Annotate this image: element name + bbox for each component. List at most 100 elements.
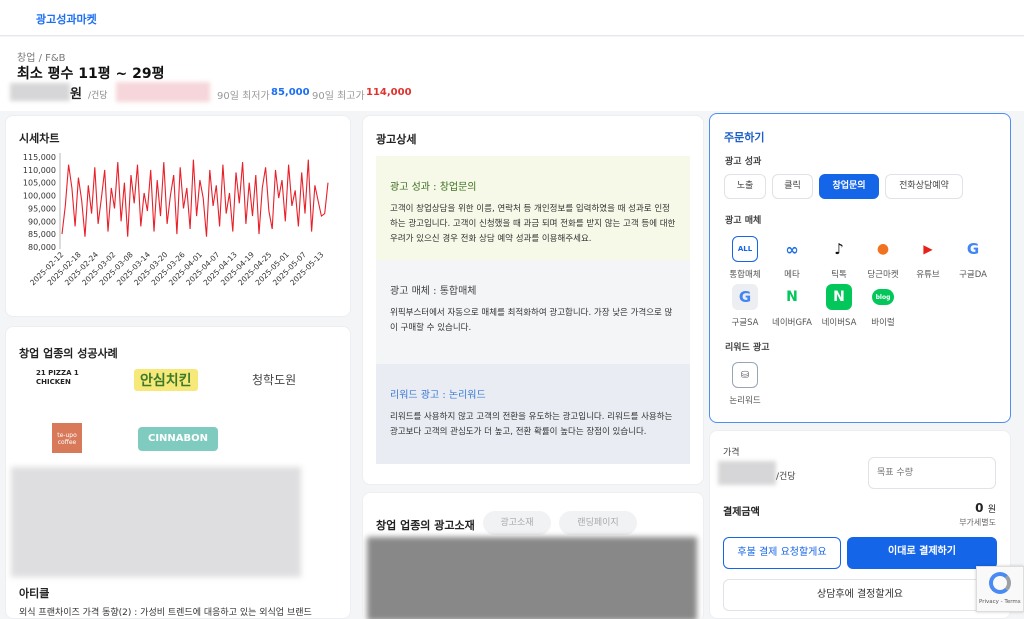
perf-option-startup-inquiry[interactable]: 창업문의 bbox=[819, 174, 879, 199]
creative-title: 창업 업종의 광고소재 bbox=[376, 519, 475, 532]
brand-logo[interactable]: 광고성과마켓 bbox=[36, 11, 97, 27]
ad-media-box: 광고 매체 : 통합매체 위픽부스터에서 자동으로 매체를 최적화하여 광고합니… bbox=[376, 260, 690, 364]
tiktok-icon: ♪ bbox=[834, 240, 844, 258]
reward-label: 리워드 광고 bbox=[725, 343, 770, 353]
media-label-tiktok: 틱톡 bbox=[831, 270, 847, 280]
logo-cinnabon[interactable]: CINNABON bbox=[138, 427, 218, 451]
media-label-meta: 메타 bbox=[784, 270, 800, 280]
blurred-discount bbox=[116, 82, 210, 102]
media-label-viral: 바이럴 bbox=[871, 318, 895, 328]
carrot-icon: ● bbox=[876, 241, 890, 257]
total-label: 결제금액 bbox=[723, 507, 760, 518]
blurred-price bbox=[10, 83, 70, 101]
media-label: 광고 매체 bbox=[725, 216, 762, 226]
success-cases-card: 창업 업종의 성공사례 21 PIZZA 1 CHICKEN 안심치킨 청학도원… bbox=[5, 326, 351, 619]
reward-ad-box: 리워드 광고 : 논리워드 리워드를 사용하지 않고 고객의 전환을 유도하는 … bbox=[376, 364, 690, 464]
y-tick-label: 80,000 bbox=[28, 243, 56, 252]
google-sa-icon: G bbox=[732, 284, 758, 310]
article-text[interactable]: 외식 프랜차이즈 가격 동향(2) : 가성비 트렌드에 대응하고 있는 외식업… bbox=[19, 605, 349, 618]
vat-note: 부가세별도 bbox=[959, 518, 996, 527]
price-series-line bbox=[61, 159, 329, 237]
recaptcha-links[interactable]: Privacy - Terms bbox=[979, 599, 1021, 605]
price-per: /건당 bbox=[88, 91, 108, 101]
ad-performance-box: 광고 성과 : 창업문의 고객이 창업상담을 위한 이름, 연락처 등 개인정보… bbox=[376, 156, 690, 260]
meta-icon: ∞ bbox=[785, 239, 799, 259]
logo-21pizza[interactable]: 21 PIZZA 1 CHICKEN bbox=[36, 369, 96, 395]
ad-creative-card: 창업 업종의 광고소재 광고소재 랜딩페이지 bbox=[362, 492, 704, 619]
y-tick-label: 105,000 bbox=[23, 179, 56, 188]
blurred-unit-price bbox=[718, 461, 776, 485]
min-price-label: 90일 최저가 bbox=[217, 91, 270, 102]
perf-option-click[interactable]: 클릭 bbox=[772, 174, 813, 199]
total-value: 0 bbox=[975, 501, 984, 515]
order-title: 주문하기 bbox=[724, 131, 765, 144]
price-per-unit: /건당 bbox=[776, 472, 796, 482]
payment-card: 가격 /건당 결제금액 0 원 부가세별도 후불 결제 요청할게요 이대로 결제… bbox=[709, 430, 1011, 619]
tab-landing-page[interactable]: 랜딩페이지 bbox=[559, 511, 637, 535]
product-header: 창업 / F&B 최소 평수 11평 ~ 29평 원 /건당 90일 최저가 8… bbox=[0, 37, 1024, 111]
target-quantity-input[interactable] bbox=[868, 457, 996, 489]
reward-option-label: 논리워드 bbox=[729, 396, 761, 406]
media-label-google-sa: 구글SA bbox=[731, 318, 759, 328]
box1-text: 고객이 창업상담을 위한 이름, 연락처 등 개인정보를 입력하였을 때 성과로… bbox=[390, 204, 676, 244]
media-naver-gfa[interactable]: N 네이버GFA bbox=[769, 284, 815, 328]
price-row: 원 /건당 90일 최저가 85,000 90일 최고가 114,000 bbox=[10, 81, 430, 105]
article-title: 아티클 bbox=[19, 587, 50, 600]
blurred-creative-image bbox=[367, 537, 697, 619]
youtube-icon: ▶ bbox=[923, 242, 933, 256]
database-icon: ⛁ bbox=[732, 362, 758, 388]
pay-now-button[interactable]: 이대로 결제하기 bbox=[847, 537, 997, 569]
media-carrot[interactable]: ● 당근마켓 bbox=[860, 236, 906, 280]
blurred-article-image bbox=[11, 467, 301, 577]
logo-cheonghak[interactable]: 청학도원 bbox=[252, 371, 296, 388]
media-tiktok[interactable]: ♪ 틱톡 bbox=[816, 236, 862, 280]
recaptcha-icon bbox=[989, 572, 1011, 594]
blog-icon: blog bbox=[872, 289, 894, 305]
all-icon: ALL bbox=[732, 236, 758, 262]
google-icon: G bbox=[966, 240, 980, 258]
box1-title: 광고 성과 : 창업문의 bbox=[390, 182, 477, 193]
y-tick-label: 95,000 bbox=[28, 204, 56, 213]
media-naver-sa[interactable]: N 네이버SA bbox=[816, 284, 862, 328]
media-label-naver-sa: 네이버SA bbox=[821, 318, 857, 328]
media-label-youtube: 유튜브 bbox=[916, 270, 940, 280]
perf-option-impression[interactable]: 노출 bbox=[724, 174, 766, 199]
tab-ad-creative[interactable]: 광고소재 bbox=[483, 511, 551, 535]
breadcrumb: 창업 / F&B bbox=[17, 53, 66, 64]
price-unit: 원 bbox=[70, 87, 82, 102]
price-chart: 115,000 110,000 105,000 100,000 95,000 90,000… bbox=[23, 153, 329, 287]
min-price-value: 85,000 bbox=[271, 87, 310, 98]
y-tick-label: 100,000 bbox=[23, 192, 56, 201]
success-title: 창업 업종의 성공사례 bbox=[19, 347, 118, 360]
media-youtube[interactable]: ▶ 유튜브 bbox=[905, 236, 951, 280]
price-chart-card: 시세차트 115,000 110,000 105,000 100,000 95,000 9… bbox=[5, 115, 351, 317]
box2-text: 위픽부스터에서 자동으로 매체를 최적화하여 광고합니다. 가장 낮은 가격으로… bbox=[390, 308, 673, 333]
naver-gfa-icon: N bbox=[786, 289, 798, 305]
perf-option-phone-consult[interactable]: 전화상담예약 bbox=[885, 174, 963, 199]
media-google-da[interactable]: G 구글DA bbox=[950, 236, 996, 280]
recaptcha-badge[interactable]: Privacy - Terms bbox=[976, 566, 1024, 612]
consult-first-button[interactable]: 상담후에 결정할게요 bbox=[723, 579, 997, 611]
box3-text: 리워드를 사용하지 않고 고객의 전환을 유도하는 광고입니다. 리워드를 사용… bbox=[390, 412, 673, 437]
media-label-carrot: 당근마켓 bbox=[867, 270, 899, 280]
top-bar: 광고성과마켓 bbox=[0, 0, 1024, 36]
deferred-payment-button[interactable]: 후불 결제 요청할게요 bbox=[723, 537, 841, 569]
max-price-label: 90일 최고가 bbox=[312, 91, 365, 102]
y-tick-label: 110,000 bbox=[23, 166, 56, 175]
page-title: 최소 평수 11평 ~ 29평 bbox=[17, 66, 165, 82]
media-label-all: 통합매체 bbox=[729, 270, 761, 280]
order-card: 주문하기 광고 성과 노출 클릭 창업문의 전화상담예약 광고 매체 ALL 통… bbox=[709, 113, 1011, 423]
logo-teupo-coffee[interactable]: te-upo coffee bbox=[52, 423, 82, 453]
perf-label: 광고 성과 bbox=[725, 157, 762, 167]
logo-ansim-chicken[interactable]: 안심치킨 bbox=[134, 369, 198, 391]
reward-option-non-reward[interactable]: ⛁ 논리워드 bbox=[722, 362, 768, 406]
ad-detail-card: 광고상세 광고 성과 : 창업문의 고객이 창업상담을 위한 이름, 연락처 등… bbox=[362, 115, 704, 485]
media-all[interactable]: ALL 통합매체 bbox=[722, 236, 768, 280]
media-viral[interactable]: blog 바이럴 bbox=[860, 284, 906, 328]
media-meta[interactable]: ∞ 메타 bbox=[769, 236, 815, 281]
total-unit: 원 bbox=[987, 505, 996, 515]
media-google-sa[interactable]: G 구글SA bbox=[722, 284, 768, 328]
y-tick-label: 115,000 bbox=[23, 153, 56, 162]
y-tick-label: 85,000 bbox=[28, 230, 56, 239]
box3-title: 리워드 광고 : 논리워드 bbox=[390, 390, 486, 401]
